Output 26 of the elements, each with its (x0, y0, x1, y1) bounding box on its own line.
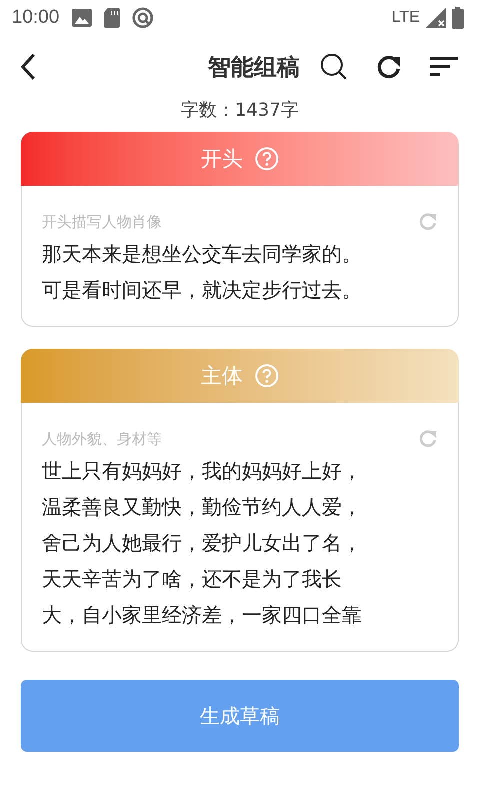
section-text-line: 那天本来是想坐公交车去同学家的。 (42, 241, 363, 268)
sort-menu-icon[interactable] (430, 57, 458, 77)
section-title: 主体 (201, 363, 243, 390)
section-text-line: 舍己为人她最行，爱护儿女出了名， (42, 530, 363, 557)
signal-icon (426, 8, 446, 28)
section-hint: 开头描写人物肖像 (42, 212, 162, 232)
sd-card-icon (104, 8, 120, 28)
word-count: 字数：1437字 (181, 99, 299, 122)
network-type: LTE (392, 9, 420, 27)
image-icon (72, 9, 92, 27)
page-title: 智能组稿 (206, 54, 301, 82)
search-icon[interactable] (320, 53, 348, 81)
section-hint: 人物外貌、身材等 (42, 430, 162, 448)
refresh-icon[interactable] (376, 54, 402, 80)
back-button[interactable] (20, 53, 36, 81)
section-text-line: 世上只有妈妈好，我的妈妈好上好， (42, 458, 363, 485)
blocked-circle-icon (132, 7, 154, 29)
back-icon (20, 53, 36, 81)
generate-draft-button[interactable]: 生成草稿 (21, 680, 459, 752)
section-title: 开头 (201, 146, 243, 173)
section-text-line: 大，自小家里经济差，一家四口全靠 (42, 602, 363, 629)
status-time: 10:00 (12, 7, 60, 29)
section-text-line: 温柔善良又勤快，勤俭节约人人爱， (42, 494, 363, 521)
battery-icon (452, 7, 464, 29)
section-text-line: 可是看时间还早，就决定步行过去。 (42, 277, 363, 304)
section-text-line: 天天辛苦为了啥，还不是为了我长 (42, 566, 343, 593)
